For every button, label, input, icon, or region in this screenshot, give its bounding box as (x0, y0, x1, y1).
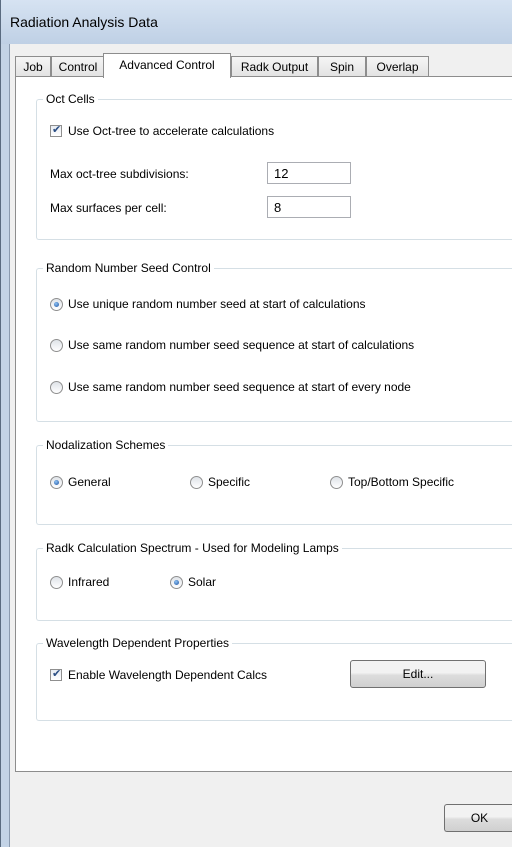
title-bar[interactable]: Radiation Analysis Data (1, 0, 512, 44)
wavelength-group: Wavelength Dependent Properties Enable W… (36, 636, 512, 721)
specific-label: Specific (208, 475, 251, 489)
random-seed-legend: Random Number Seed Control (43, 261, 214, 275)
window-title: Radiation Analysis Data (10, 14, 158, 30)
nodalization-legend: Nodalization Schemes (43, 438, 169, 452)
max-surfaces-label: Max surfaces per cell: (50, 201, 167, 215)
max-subdivisions-label: Max oct-tree subdivisions: (50, 167, 189, 181)
tab-overlap[interactable]: Overlap (366, 56, 429, 77)
same-seed-node-label: Use same random number seed sequence at … (68, 380, 411, 394)
unique-seed-label: Use unique random number seed at start o… (68, 297, 366, 311)
dialog-client-area: Job Control Advanced Control Radk Output… (9, 44, 512, 847)
unique-seed-radio[interactable] (50, 298, 63, 311)
use-octtree-checkbox[interactable] (50, 123, 62, 137)
ok-button[interactable]: OK (444, 804, 512, 832)
top-bottom-specific-radio[interactable] (330, 476, 343, 489)
oct-cells-group: Oct Cells Use Oct-tree to accelerate cal… (36, 92, 512, 240)
dialog-window: Radiation Analysis Data Job Control Adva… (0, 0, 512, 847)
random-seed-group: Random Number Seed Control Use unique ra… (36, 261, 512, 422)
nodalization-group: Nodalization Schemes General Specific To… (36, 438, 512, 525)
same-seed-calculations-radio[interactable] (50, 339, 63, 352)
tab-radk-output[interactable]: Radk Output (231, 56, 318, 77)
tab-spin[interactable]: Spin (318, 56, 366, 77)
max-subdivisions-input[interactable]: 12 (267, 162, 351, 184)
same-seed-node-radio[interactable] (50, 381, 63, 394)
use-octtree-label: Use Oct-tree to accelerate calculations (68, 124, 275, 138)
top-bottom-specific-label: Top/Bottom Specific (348, 475, 455, 489)
tab-job[interactable]: Job (15, 56, 51, 77)
solar-radio[interactable] (170, 576, 183, 589)
spectrum-group: Radk Calculation Spectrum - Used for Mod… (36, 541, 512, 621)
specific-radio[interactable] (190, 476, 203, 489)
infrared-label: Infrared (68, 575, 110, 589)
edit-button[interactable]: Edit... (350, 660, 486, 688)
general-radio[interactable] (50, 476, 63, 489)
solar-label: Solar (188, 575, 217, 589)
tab-control[interactable]: Control (51, 56, 105, 77)
tab-advanced-control[interactable]: Advanced Control (103, 53, 231, 78)
general-label: General (68, 475, 111, 489)
same-seed-calculations-label: Use same random number seed sequence at … (68, 338, 415, 352)
oct-cells-legend: Oct Cells (43, 92, 98, 106)
spectrum-legend: Radk Calculation Spectrum - Used for Mod… (43, 541, 342, 555)
max-surfaces-input[interactable]: 8 (267, 196, 351, 218)
wavelength-legend: Wavelength Dependent Properties (43, 636, 232, 650)
infrared-radio[interactable] (50, 576, 63, 589)
enable-wavelength-checkbox[interactable] (50, 667, 62, 681)
advanced-control-panel: Oct Cells Use Oct-tree to accelerate cal… (15, 76, 512, 772)
enable-wavelength-label: Enable Wavelength Dependent Calcs (68, 668, 268, 682)
